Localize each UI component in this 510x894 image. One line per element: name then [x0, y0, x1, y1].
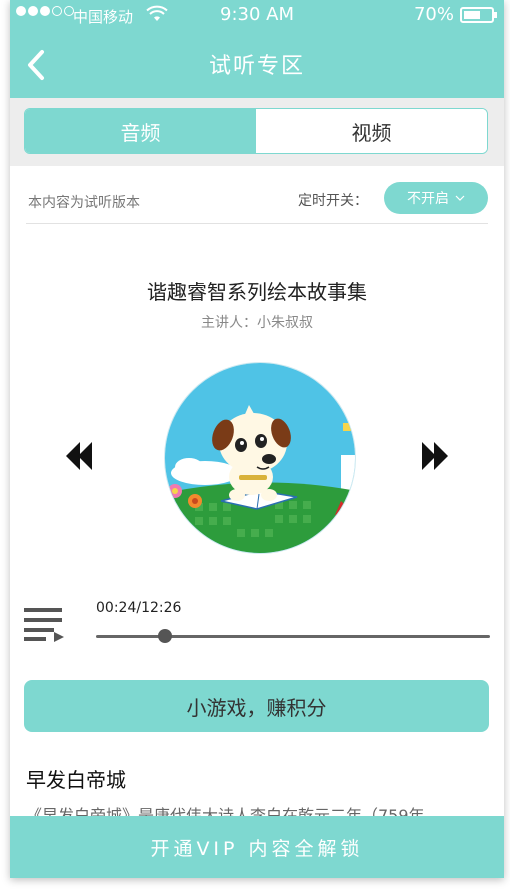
dog-reading-illustration [165, 363, 355, 553]
progress-track[interactable] [96, 629, 490, 643]
battery-percent: 70% [413, 4, 454, 25]
mini-game-button[interactable]: 小游戏，赚积分 [24, 680, 489, 732]
timer-label: 定时开关： [298, 193, 368, 209]
album-cover [164, 362, 356, 554]
fast-forward-icon[interactable] [420, 440, 448, 472]
timer-dropdown[interactable]: 不开启 [384, 182, 488, 214]
media-tab-switch: 音频 视频 [24, 108, 488, 154]
playlist-icon[interactable] [24, 606, 66, 642]
vip-unlock-button[interactable]: 开通VIP 内容全解锁 [10, 816, 504, 878]
elapsed-time: 00:24/12:26 [96, 600, 182, 616]
rewind-icon[interactable] [66, 440, 94, 472]
album-title: 谐趣睿智系列绘本故事集 [147, 280, 367, 304]
trial-note: 本内容为试听版本 [28, 195, 140, 211]
tab-video[interactable]: 视频 [256, 109, 487, 153]
timer-value: 不开启 [407, 191, 449, 207]
content-title: 早发白帝城 [26, 768, 126, 792]
battery-icon [460, 7, 497, 23]
page-title: 试听专区 [208, 54, 305, 79]
status-bar: 中国移动 9:30 AM 70% [10, 0, 504, 30]
chevron-down-icon [455, 195, 465, 201]
header: 中国移动 9:30 AM 70% 试听专区 [10, 0, 504, 98]
narrator: 主讲人：小朱叔叔 [201, 315, 313, 331]
tab-audio[interactable]: 音频 [25, 109, 256, 153]
info-row: 本内容为试听版本 定时开关： 不开启 [26, 178, 488, 224]
progress-thumb[interactable] [157, 629, 172, 643]
tab-bar-area: 音频 视频 [10, 98, 504, 166]
app-screen: 中国移动 9:30 AM 70% 试听专区 音频 视频 本内容为试听版本 定时开… [10, 0, 504, 878]
